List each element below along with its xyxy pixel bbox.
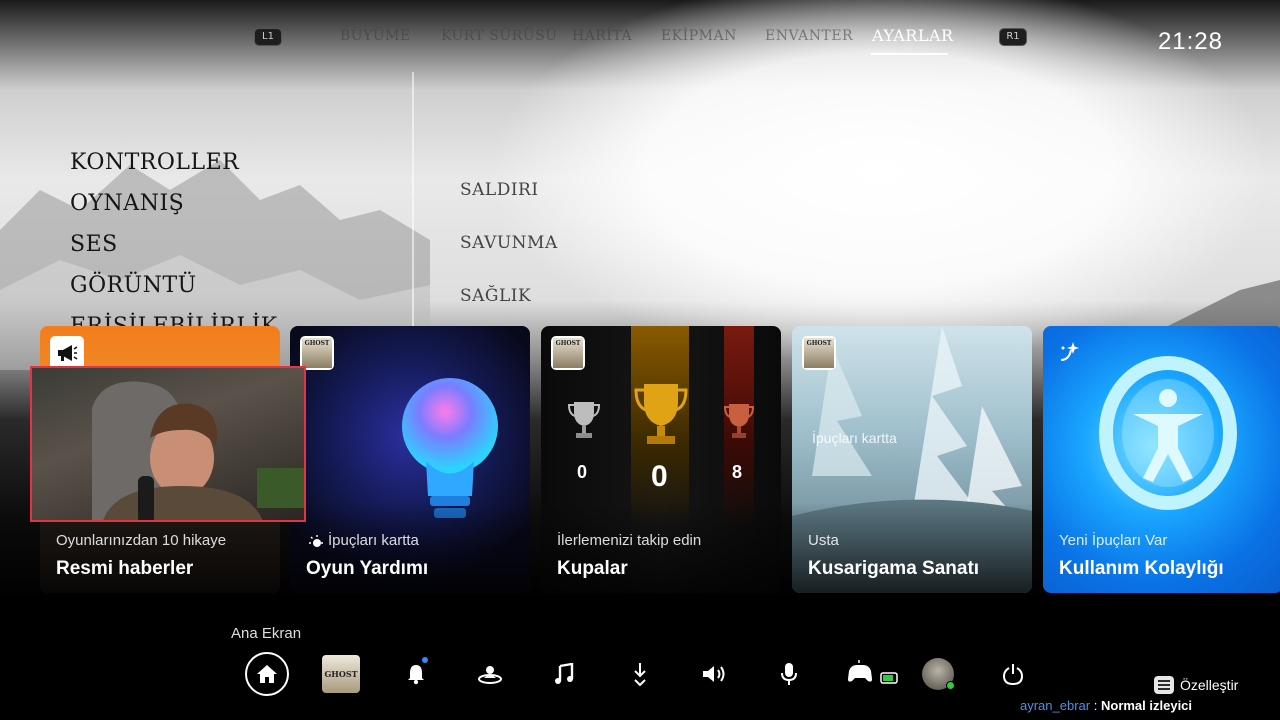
music-button[interactable]: [542, 652, 586, 696]
settings-submenu: SALDIRI SAVUNMA SAĞLIK: [460, 164, 558, 323]
controller-battery-icon: [848, 660, 898, 684]
card-subtitle: İpuçları kartta: [328, 532, 419, 549]
tab-ekipman[interactable]: EKİPMAN: [661, 28, 737, 44]
music-icon: [555, 663, 574, 684]
card-title: Oyun Yardımı: [306, 558, 429, 579]
tab-kurt-surusu[interactable]: KURT SÜRÜSÜ: [441, 28, 557, 44]
silver-trophy-icon: [568, 402, 600, 438]
tab-envanter[interactable]: ENVANTER: [765, 28, 853, 44]
accessibility-icon: [1099, 356, 1237, 510]
menu-item-ses[interactable]: SES: [70, 224, 278, 265]
card-subtitle: Oyunlarınızdan 10 hikaye: [56, 532, 227, 549]
card-title: Resmi haberler: [56, 558, 194, 579]
controller-battery-button[interactable]: [846, 652, 902, 696]
chat-overlay: ayran_ebrar : Normal izleyici: [1020, 698, 1192, 713]
online-status-dot: [946, 681, 955, 690]
profile-button[interactable]: [916, 652, 960, 696]
streamer-webcam: [30, 366, 306, 522]
r1-bumper-icon: R1: [999, 28, 1027, 46]
notifications-icon: [408, 665, 424, 685]
submenu-item-saldiri[interactable]: SALDIRI: [460, 164, 558, 217]
system-clock: 21:28: [1157, 28, 1223, 55]
game-base-button[interactable]: [468, 652, 512, 696]
card-title: Kullanım Kolaylığı: [1059, 558, 1224, 579]
card-subtitle: Usta: [808, 532, 839, 549]
submenu-item-saglik[interactable]: SAĞLIK: [460, 270, 558, 323]
card-title: Kusarigama Sanatı: [808, 558, 980, 579]
options-icon: [1154, 676, 1174, 694]
customize-button[interactable]: Özelleştir: [1154, 676, 1238, 694]
megaphone-icon: [50, 336, 84, 370]
hint-icon: [309, 535, 323, 547]
card-trophies[interactable]: GHOST 0 0 8 İlerlemenizi takip edin Kupa…: [541, 326, 781, 593]
avatar: [922, 658, 955, 690]
power-icon: [1002, 664, 1024, 685]
tab-ayarlar[interactable]: AYARLAR: [872, 26, 954, 45]
game-library-button[interactable]: GHOST: [319, 652, 363, 696]
home-label: Ana Ekran: [231, 625, 302, 642]
game-cover-icon: GHOST: [551, 336, 585, 370]
power-button[interactable]: [991, 652, 1035, 696]
downloads-icon: [634, 663, 646, 686]
tab-buyume[interactable]: BÜYÜME: [340, 28, 411, 44]
game-base-icon: [478, 666, 502, 684]
home-icon: [257, 665, 277, 683]
card-game-help[interactable]: GHOST İpuçları kartta Oyun Yardımı: [290, 326, 530, 593]
sound-button[interactable]: [692, 652, 736, 696]
gold-trophy-count: 0: [651, 460, 668, 493]
sound-icon: [703, 666, 725, 682]
mic-button[interactable]: [767, 652, 811, 696]
card-title: Kupalar: [557, 558, 628, 579]
l1-bumper-icon: L1: [254, 28, 282, 46]
menu-item-goruntu[interactable]: GÖRÜNTÜ: [70, 265, 278, 306]
chat-username: ayran_ebrar: [1020, 698, 1091, 713]
game-cover-icon: GHOST: [300, 336, 334, 370]
card-subtitle: Yeni İpuçları Var: [1059, 532, 1168, 549]
notification-dot: [422, 657, 428, 663]
bronze-trophy-icon: [724, 404, 754, 438]
submenu-item-savunma[interactable]: SAVUNMA: [460, 217, 558, 270]
control-center-dock: GHOST: [0, 652, 1280, 696]
mic-icon: [781, 663, 797, 685]
active-tab-underline: [871, 53, 948, 55]
hint-overlay-text: İpuçları kartta: [812, 430, 897, 446]
game-cover-icon: GHOST: [802, 336, 836, 370]
card-kusarigama[interactable]: GHOST İpuçları kartta Usta Kusarigama Sa…: [792, 326, 1032, 593]
notifications-button[interactable]: [394, 652, 438, 696]
menu-divider: [412, 72, 414, 332]
customize-label: Özelleştir: [1180, 677, 1239, 693]
gold-trophy-icon: [634, 384, 688, 444]
chat-separator: :: [1093, 698, 1098, 713]
game-tab-bar: L1 BÜYÜME KURT SÜRÜSÜ HARİTA EKİPMAN ENV…: [0, 22, 1280, 56]
sparkle-icon: [1060, 342, 1079, 361]
chat-rank: Normal izleyici: [1100, 698, 1193, 713]
bronze-trophy-count: 8: [732, 462, 743, 482]
menu-item-oynanis[interactable]: OYNANIŞ: [70, 183, 278, 224]
home-button[interactable]: [245, 652, 289, 696]
settings-menu: KONTROLLER OYNANIŞ SES GÖRÜNTÜ ERİŞİLEBİ…: [70, 142, 278, 347]
downloads-button[interactable]: [618, 652, 662, 696]
game-cover-icon: GHOST: [322, 655, 360, 693]
tab-harita[interactable]: HARİTA: [572, 28, 632, 44]
silver-trophy-count: 0: [577, 462, 588, 482]
menu-item-kontroller[interactable]: KONTROLLER: [70, 142, 278, 183]
card-subtitle: İlerlemenizi takip edin: [557, 532, 702, 549]
card-accessibility[interactable]: Yeni İpuçları Var Kullanım Kolaylığı: [1043, 326, 1280, 593]
